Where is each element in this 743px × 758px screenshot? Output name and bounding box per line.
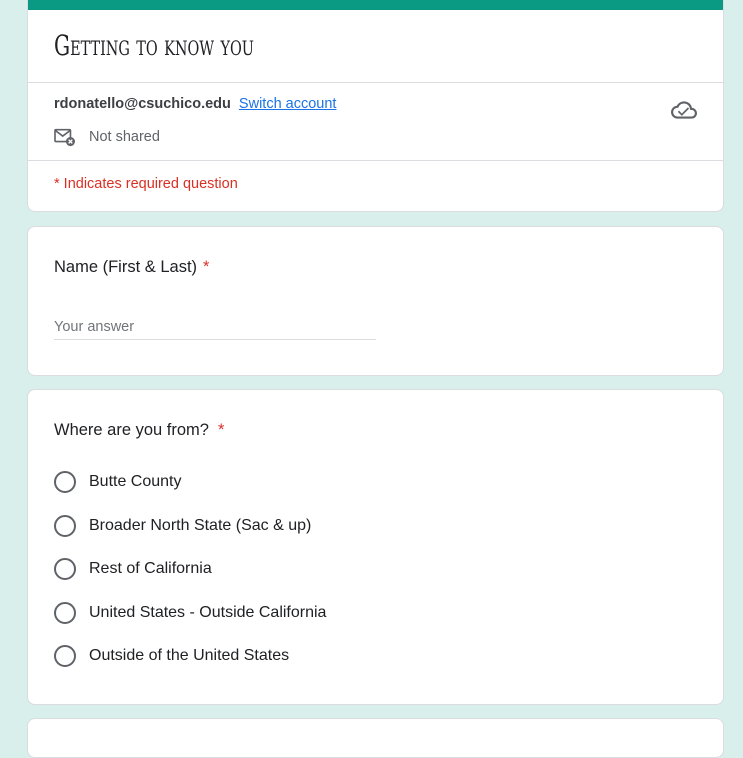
radio-option-rest-of-california[interactable]: Rest of California bbox=[54, 558, 212, 580]
shared-status-row: Not shared bbox=[54, 127, 160, 147]
radio-button[interactable] bbox=[54, 602, 76, 624]
shared-status-label: Not shared bbox=[89, 129, 160, 145]
radio-option-outside-united-states[interactable]: Outside of the United States bbox=[54, 645, 289, 667]
question-title-text: Where are you from? bbox=[54, 421, 209, 439]
radio-option-label: Rest of California bbox=[89, 560, 212, 577]
cloud-check-icon[interactable] bbox=[671, 97, 697, 123]
question-title: Name (First & Last) * bbox=[54, 258, 209, 277]
header-accent-band bbox=[28, 0, 723, 10]
header-divider bbox=[28, 82, 723, 83]
radio-option-label: United States - Outside California bbox=[89, 604, 327, 621]
radio-button[interactable] bbox=[54, 515, 76, 537]
switch-account-link[interactable]: Switch account bbox=[239, 96, 337, 112]
question-title: Where are you from? * bbox=[54, 421, 224, 440]
required-asterisk: * bbox=[217, 421, 225, 439]
radio-option-label: Outside of the United States bbox=[89, 647, 290, 664]
question-card-origin: Where are you from? * Butte County Broade… bbox=[27, 389, 724, 705]
mail-not-shared-icon bbox=[54, 128, 75, 147]
question-card-name: Name (First & Last) * bbox=[27, 226, 724, 376]
radio-option-label: Butte County bbox=[89, 473, 182, 490]
form-title: Getting to know you bbox=[54, 29, 254, 62]
radio-button[interactable] bbox=[54, 558, 76, 580]
radio-button[interactable] bbox=[54, 471, 76, 493]
radio-option-broader-north-state[interactable]: Broader North State (Sac & up) bbox=[54, 515, 311, 537]
question-title-text: Name (First & Last) bbox=[54, 258, 198, 276]
radio-option-outside-california[interactable]: United States - Outside California bbox=[54, 602, 326, 624]
account-email: rdonatello@csuchico.edu bbox=[54, 96, 231, 112]
form-header-card: Getting to know you rdonatello@csuchico.… bbox=[27, 0, 724, 212]
radio-option-label: Broader North State (Sac & up) bbox=[89, 517, 312, 534]
required-asterisk: * bbox=[203, 258, 210, 276]
radio-button[interactable] bbox=[54, 645, 76, 667]
radio-option-butte-county[interactable]: Butte County bbox=[54, 471, 182, 493]
question-card-next bbox=[27, 718, 724, 758]
required-question-note: * Indicates required question bbox=[54, 176, 238, 192]
name-answer-input[interactable] bbox=[54, 315, 376, 340]
account-divider bbox=[28, 160, 723, 161]
account-row: rdonatello@csuchico.edu Switch account bbox=[54, 96, 336, 112]
